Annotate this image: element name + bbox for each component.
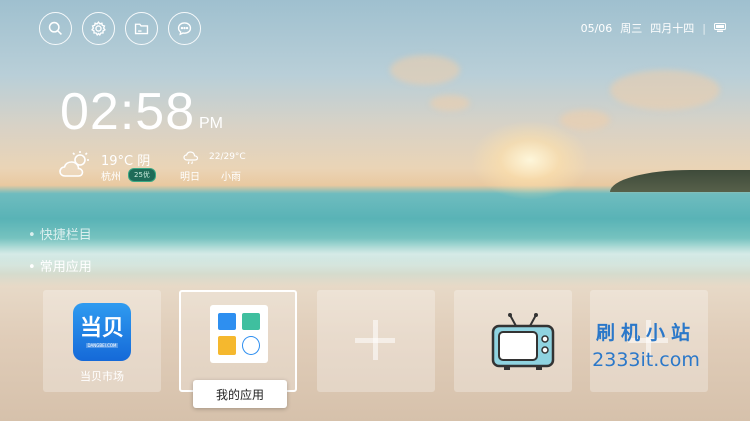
dangbei-logo-text: 当贝 xyxy=(79,315,124,341)
background-cloud xyxy=(610,70,720,110)
tile-dangbei-market[interactable]: 当贝 DANGBEI.COM 当贝市场 xyxy=(43,290,161,392)
background-foam xyxy=(0,238,750,274)
status-bar: 05/06 周三 四月十四 | xyxy=(581,20,726,36)
plus-icon xyxy=(355,320,395,360)
search-button[interactable] xyxy=(39,12,72,45)
city-name: 杭州 xyxy=(101,172,121,183)
background-cloud xyxy=(390,55,460,85)
tile-tv-app[interactable] xyxy=(454,290,572,392)
status-separator: | xyxy=(702,21,706,35)
folder-button[interactable] xyxy=(125,12,158,45)
tomorrow-weather: 小雨 xyxy=(221,172,241,183)
app-mini-icon xyxy=(242,313,260,330)
my-apps-icon xyxy=(210,305,268,363)
weekday-text: 周三 xyxy=(620,22,643,35)
tv-icon xyxy=(491,313,555,370)
tile-label: 当贝市场 xyxy=(80,370,124,383)
today-temperature: 19°C 阴 xyxy=(101,154,151,169)
tile-my-apps[interactable]: 我的应用 xyxy=(179,290,297,408)
lunar-date-text: 四月十四 xyxy=(650,22,695,35)
message-button[interactable] xyxy=(168,12,201,45)
app-mini-icon xyxy=(218,313,236,330)
tomorrow-label: 明日 xyxy=(180,172,200,183)
background-cloud xyxy=(430,95,470,111)
settings-button[interactable] xyxy=(82,12,115,45)
rain-cloud-icon xyxy=(183,151,199,165)
background-cloud xyxy=(560,110,610,130)
dangbei-logo: 当贝 DANGBEI.COM xyxy=(73,303,131,361)
watermark-url: 2333it.com xyxy=(592,349,700,371)
aqi-badge: 25优 xyxy=(128,168,156,182)
app-mini-icon xyxy=(218,336,236,355)
tile-add-app[interactable] xyxy=(317,290,435,392)
more-icon xyxy=(242,336,260,355)
tile-label-selected: 我的应用 xyxy=(193,380,287,408)
background-sun xyxy=(470,120,590,200)
search-icon xyxy=(48,21,62,35)
menu-item-common-apps[interactable]: • 常用应用 xyxy=(28,256,92,275)
tomorrow-temperature: 22/29°C xyxy=(209,152,246,162)
background-island xyxy=(610,170,750,192)
dangbei-logo-domain: DANGBEI.COM xyxy=(85,342,119,348)
watermark-title: 刷机小站 xyxy=(595,322,696,344)
clock-ampm: PM xyxy=(199,115,223,132)
top-toolbar xyxy=(39,12,201,45)
folder-icon xyxy=(134,23,149,35)
watermark: 刷机小站 2333it.com xyxy=(578,318,714,371)
settings-icon xyxy=(91,20,106,36)
menu-item-shortcuts[interactable]: • 快捷栏目 xyxy=(28,224,92,243)
network-icon xyxy=(714,23,726,32)
clock-time: 02:58 xyxy=(60,83,196,141)
message-icon xyxy=(177,22,192,36)
cloudy-sun-icon xyxy=(59,151,89,177)
date-text: 05/06 xyxy=(580,21,613,35)
